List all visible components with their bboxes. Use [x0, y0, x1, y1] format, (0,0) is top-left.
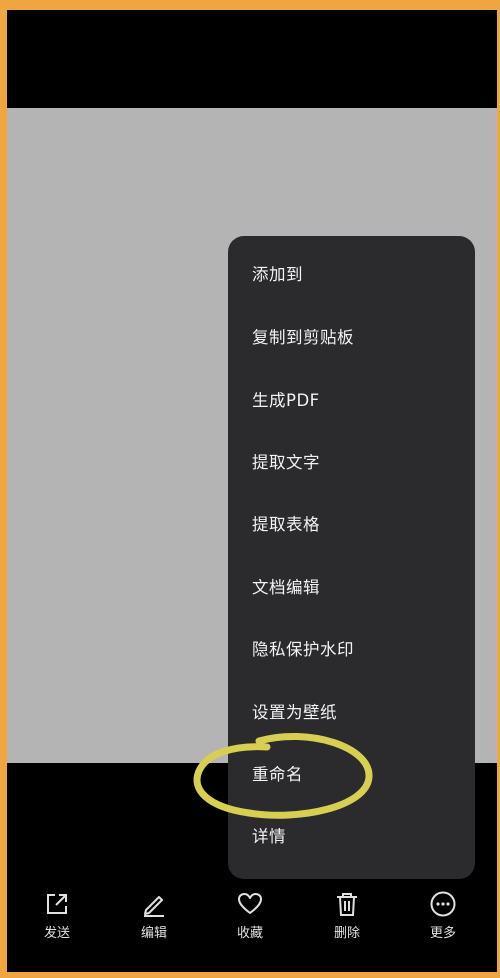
send-button[interactable]: 发送: [27, 890, 87, 950]
favorite-button[interactable]: 收藏: [220, 890, 280, 950]
send-label: 发送: [43, 926, 70, 941]
menu-item-extract-text[interactable]: 提取文字: [252, 448, 320, 478]
more-icon: [430, 891, 456, 917]
menu-item-document-edit[interactable]: 文档编辑: [252, 573, 320, 603]
trash-icon: [337, 893, 357, 916]
context-menu: 添加到 复制到剪贴板 生成PDF 提取文字 提取表格 文档编辑 隐私保护水印 设…: [228, 236, 475, 879]
share-icon: [47, 894, 67, 914]
bottom-toolbar: 发送 编辑 收藏 删除 更多: [7, 884, 497, 972]
menu-item-rename[interactable]: 重命名: [252, 760, 303, 790]
menu-item-copy-to-clipboard[interactable]: 复制到剪贴板: [252, 323, 354, 353]
more-button[interactable]: 更多: [413, 890, 473, 950]
menu-item-generate-pdf[interactable]: 生成PDF: [252, 386, 320, 416]
pencil-icon: [144, 896, 164, 917]
delete-label: 删除: [333, 926, 360, 941]
edit-label: 编辑: [140, 926, 167, 941]
menu-item-details[interactable]: 详情: [252, 822, 286, 852]
menu-item-set-as-wallpaper[interactable]: 设置为壁纸: [252, 698, 337, 728]
menu-item-add-to[interactable]: 添加到: [252, 260, 303, 290]
phone-screen: 添加到 复制到剪贴板 生成PDF 提取文字 提取表格 文档编辑 隐私保护水印 设…: [7, 10, 497, 972]
edit-button[interactable]: 编辑: [124, 890, 184, 950]
menu-item-privacy-watermark[interactable]: 隐私保护水印: [252, 635, 354, 665]
favorite-label: 收藏: [236, 926, 263, 941]
heart-icon: [238, 893, 262, 914]
delete-button[interactable]: 删除: [317, 890, 377, 950]
menu-item-extract-table[interactable]: 提取表格: [252, 510, 320, 540]
more-label: 更多: [429, 926, 456, 941]
